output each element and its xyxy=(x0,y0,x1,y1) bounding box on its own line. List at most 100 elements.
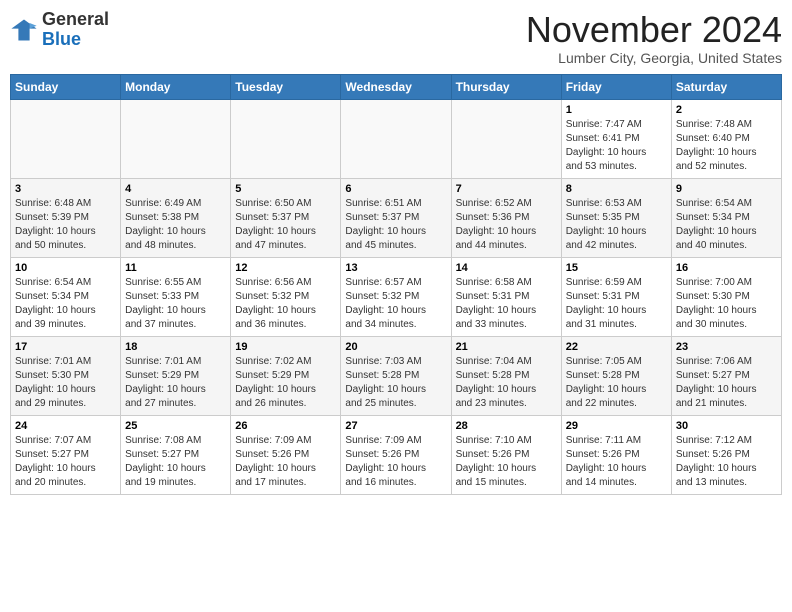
day-info: Sunrise: 7:10 AM Sunset: 5:26 PM Dayligh… xyxy=(456,434,557,490)
day-info: Sunrise: 7:02 AM Sunset: 5:29 PM Dayligh… xyxy=(235,355,336,411)
calendar-cell: 29 Sunrise: 7:11 AM Sunset: 5:26 PM Dayli… xyxy=(561,415,671,494)
day-number: 19 xyxy=(235,341,336,353)
day-info: Sunrise: 7:48 AM Sunset: 6:40 PM Dayligh… xyxy=(676,118,777,174)
day-info: Sunrise: 7:05 AM Sunset: 5:28 PM Dayligh… xyxy=(566,355,667,411)
calendar-cell: 27 Sunrise: 7:09 AM Sunset: 5:26 PM Dayli… xyxy=(341,415,451,494)
day-number: 15 xyxy=(566,262,667,274)
day-number: 11 xyxy=(125,262,226,274)
calendar-cell: 7 Sunrise: 6:52 AM Sunset: 5:36 PM Daylig… xyxy=(451,178,561,257)
calendar-cell: 26 Sunrise: 7:09 AM Sunset: 5:26 PM Dayli… xyxy=(231,415,341,494)
logo-general: General xyxy=(42,9,109,29)
weekday-header-sunday: Sunday xyxy=(11,74,121,99)
day-info: Sunrise: 7:07 AM Sunset: 5:27 PM Dayligh… xyxy=(15,434,116,490)
day-info: Sunrise: 7:47 AM Sunset: 6:41 PM Dayligh… xyxy=(566,118,667,174)
calendar-cell: 23 Sunrise: 7:06 AM Sunset: 5:27 PM Dayli… xyxy=(671,336,781,415)
day-number: 27 xyxy=(345,420,446,432)
calendar-week-row: 1 Sunrise: 7:47 AM Sunset: 6:41 PM Daylig… xyxy=(11,99,782,178)
calendar-cell: 15 Sunrise: 6:59 AM Sunset: 5:31 PM Dayli… xyxy=(561,257,671,336)
day-number: 5 xyxy=(235,183,336,195)
calendar-cell: 17 Sunrise: 7:01 AM Sunset: 5:30 PM Dayli… xyxy=(11,336,121,415)
calendar-cell: 5Sunrise: 6:50 AM Sunset: 5:37 PM Daylig… xyxy=(231,178,341,257)
calendar-cell: 20 Sunrise: 7:03 AM Sunset: 5:28 PM Dayli… xyxy=(341,336,451,415)
weekday-header-saturday: Saturday xyxy=(671,74,781,99)
calendar-cell: 22 Sunrise: 7:05 AM Sunset: 5:28 PM Dayli… xyxy=(561,336,671,415)
calendar-cell: 12 Sunrise: 6:56 AM Sunset: 5:32 PM Dayli… xyxy=(231,257,341,336)
day-info: Sunrise: 7:09 AM Sunset: 5:26 PM Dayligh… xyxy=(345,434,446,490)
calendar-cell: 13 Sunrise: 6:57 AM Sunset: 5:32 PM Dayli… xyxy=(341,257,451,336)
calendar-cell: 28 Sunrise: 7:10 AM Sunset: 5:26 PM Dayli… xyxy=(451,415,561,494)
day-number: 3 xyxy=(15,183,116,195)
day-number: 4 xyxy=(125,183,226,195)
day-info: Sunrise: 6:56 AM Sunset: 5:32 PM Dayligh… xyxy=(235,276,336,332)
day-number: 21 xyxy=(456,341,557,353)
day-info: Sunrise: 7:11 AM Sunset: 5:26 PM Dayligh… xyxy=(566,434,667,490)
logo-bird-icon xyxy=(10,16,38,44)
day-number: 28 xyxy=(456,420,557,432)
calendar-cell: 6 Sunrise: 6:51 AM Sunset: 5:37 PM Daylig… xyxy=(341,178,451,257)
weekday-header-wednesday: Wednesday xyxy=(341,74,451,99)
calendar-cell: 16 Sunrise: 7:00 AM Sunset: 5:30 PM Dayli… xyxy=(671,257,781,336)
calendar-cell xyxy=(451,99,561,178)
calendar-cell: 10Sunrise: 6:54 AM Sunset: 5:34 PM Dayli… xyxy=(11,257,121,336)
day-info: Sunrise: 7:01 AM Sunset: 5:30 PM Dayligh… xyxy=(15,355,116,411)
day-number: 14 xyxy=(456,262,557,274)
day-info: Sunrise: 6:58 AM Sunset: 5:31 PM Dayligh… xyxy=(456,276,557,332)
title-block: November 2024 Lumber City, Georgia, Unit… xyxy=(526,10,782,66)
day-number: 2 xyxy=(676,104,777,116)
day-number: 9 xyxy=(676,183,777,195)
day-number: 23 xyxy=(676,341,777,353)
day-info: Sunrise: 7:04 AM Sunset: 5:28 PM Dayligh… xyxy=(456,355,557,411)
day-info: Sunrise: 7:12 AM Sunset: 5:26 PM Dayligh… xyxy=(676,434,777,490)
day-number: 12 xyxy=(235,262,336,274)
month-title: November 2024 xyxy=(526,10,782,50)
day-info: Sunrise: 7:06 AM Sunset: 5:27 PM Dayligh… xyxy=(676,355,777,411)
day-number: 20 xyxy=(345,341,446,353)
day-number: 13 xyxy=(345,262,446,274)
weekday-header-thursday: Thursday xyxy=(451,74,561,99)
calendar-cell xyxy=(121,99,231,178)
location: Lumber City, Georgia, United States xyxy=(526,50,782,66)
calendar-table: SundayMondayTuesdayWednesdayThursdayFrid… xyxy=(10,74,782,495)
day-info: Sunrise: 6:54 AM Sunset: 5:34 PM Dayligh… xyxy=(676,197,777,253)
day-info: Sunrise: 6:49 AM Sunset: 5:38 PM Dayligh… xyxy=(125,197,226,253)
calendar-cell: 14 Sunrise: 6:58 AM Sunset: 5:31 PM Dayli… xyxy=(451,257,561,336)
calendar-cell: 19 Sunrise: 7:02 AM Sunset: 5:29 PM Dayli… xyxy=(231,336,341,415)
calendar-week-row: 3Sunrise: 6:48 AM Sunset: 5:39 PM Daylig… xyxy=(11,178,782,257)
calendar-week-row: 10Sunrise: 6:54 AM Sunset: 5:34 PM Dayli… xyxy=(11,257,782,336)
day-info: Sunrise: 7:09 AM Sunset: 5:26 PM Dayligh… xyxy=(235,434,336,490)
day-number: 26 xyxy=(235,420,336,432)
calendar-cell: 3Sunrise: 6:48 AM Sunset: 5:39 PM Daylig… xyxy=(11,178,121,257)
day-info: Sunrise: 6:52 AM Sunset: 5:36 PM Dayligh… xyxy=(456,197,557,253)
day-number: 24 xyxy=(15,420,116,432)
calendar-cell xyxy=(11,99,121,178)
calendar-cell: 25Sunrise: 7:08 AM Sunset: 5:27 PM Dayli… xyxy=(121,415,231,494)
day-number: 16 xyxy=(676,262,777,274)
day-info: Sunrise: 6:59 AM Sunset: 5:31 PM Dayligh… xyxy=(566,276,667,332)
day-number: 17 xyxy=(15,341,116,353)
day-number: 7 xyxy=(456,183,557,195)
day-info: Sunrise: 7:01 AM Sunset: 5:29 PM Dayligh… xyxy=(125,355,226,411)
day-info: Sunrise: 7:03 AM Sunset: 5:28 PM Dayligh… xyxy=(345,355,446,411)
day-info: Sunrise: 6:55 AM Sunset: 5:33 PM Dayligh… xyxy=(125,276,226,332)
calendar-cell: 18 Sunrise: 7:01 AM Sunset: 5:29 PM Dayli… xyxy=(121,336,231,415)
logo-text: General Blue xyxy=(42,10,109,50)
calendar-cell: 21 Sunrise: 7:04 AM Sunset: 5:28 PM Dayli… xyxy=(451,336,561,415)
calendar-cell xyxy=(231,99,341,178)
day-info: Sunrise: 6:53 AM Sunset: 5:35 PM Dayligh… xyxy=(566,197,667,253)
weekday-header-friday: Friday xyxy=(561,74,671,99)
day-number: 6 xyxy=(345,183,446,195)
day-number: 1 xyxy=(566,104,667,116)
day-number: 29 xyxy=(566,420,667,432)
calendar-week-row: 24 Sunrise: 7:07 AM Sunset: 5:27 PM Dayli… xyxy=(11,415,782,494)
day-number: 10 xyxy=(15,262,116,274)
day-info: Sunrise: 7:00 AM Sunset: 5:30 PM Dayligh… xyxy=(676,276,777,332)
day-number: 18 xyxy=(125,341,226,353)
calendar-header-row: SundayMondayTuesdayWednesdayThursdayFrid… xyxy=(11,74,782,99)
day-info: Sunrise: 6:51 AM Sunset: 5:37 PM Dayligh… xyxy=(345,197,446,253)
day-number: 22 xyxy=(566,341,667,353)
logo-blue: Blue xyxy=(42,29,81,49)
calendar-cell: 8 Sunrise: 6:53 AM Sunset: 5:35 PM Daylig… xyxy=(561,178,671,257)
day-number: 8 xyxy=(566,183,667,195)
calendar-cell xyxy=(341,99,451,178)
day-info: Sunrise: 6:57 AM Sunset: 5:32 PM Dayligh… xyxy=(345,276,446,332)
